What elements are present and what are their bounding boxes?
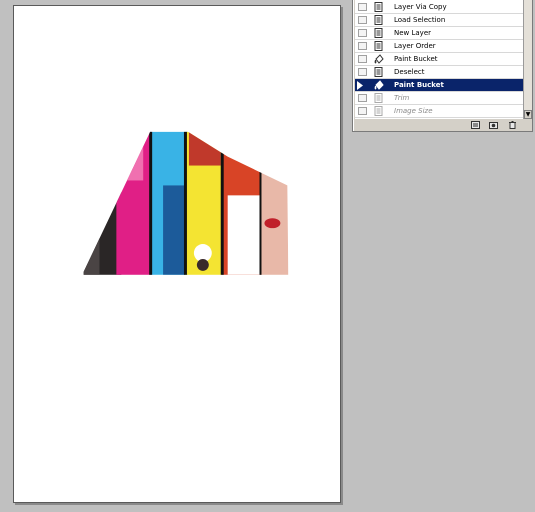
document-history-icon: [374, 93, 383, 103]
history-state-slider-icon[interactable]: [357, 81, 364, 90]
history-item[interactable]: Layer Via Copy: [355, 1, 523, 14]
paint-bucket-icon: [374, 80, 384, 90]
history-panel: Layer Via Copy Load Selection New Layer …: [352, 0, 533, 132]
document-history-icon: [374, 67, 383, 77]
history-item[interactable]: New Layer: [355, 27, 523, 40]
history-item-label: Load Selection: [394, 16, 446, 24]
snapshot-source-checkbox[interactable]: [358, 3, 367, 11]
new-document-from-state-icon[interactable]: [471, 121, 480, 129]
delete-state-icon[interactable]: [508, 121, 517, 129]
history-item[interactable]: Deselect: [355, 66, 523, 79]
collage-artwork: [83, 131, 289, 275]
document-history-icon: [374, 2, 383, 12]
history-scrollbar[interactable]: ▼: [523, 0, 532, 119]
document-history-icon: [374, 41, 383, 51]
history-item-label: Paint Bucket: [394, 55, 438, 63]
history-item[interactable]: Paint Bucket: [355, 53, 523, 66]
history-item-label: New Layer: [394, 29, 432, 37]
document-history-icon: [374, 106, 383, 116]
history-item-selected[interactable]: Paint Bucket: [355, 79, 523, 92]
snapshot-source-checkbox[interactable]: [358, 29, 367, 37]
history-item-label: Deselect: [394, 68, 425, 76]
snapshot-source-checkbox[interactable]: [358, 16, 367, 24]
snapshot-source-checkbox[interactable]: [358, 42, 367, 50]
snapshot-source-checkbox[interactable]: [358, 94, 367, 102]
history-item-label: Layer Order: [394, 42, 436, 50]
history-item-label: Paint Bucket: [394, 81, 444, 89]
scroll-down-button[interactable]: ▼: [524, 110, 532, 119]
document-canvas[interactable]: [13, 5, 341, 503]
history-footer: [353, 119, 532, 131]
history-item[interactable]: Layer Order: [355, 40, 523, 53]
snapshot-source-checkbox[interactable]: [358, 107, 367, 115]
history-item[interactable]: Image Size: [355, 105, 523, 118]
history-item[interactable]: Trim: [355, 92, 523, 105]
snapshot-source-checkbox[interactable]: [358, 68, 367, 76]
new-snapshot-icon[interactable]: [489, 121, 498, 129]
document-history-icon: [374, 28, 383, 38]
history-item-label: Image Size: [394, 107, 433, 115]
paint-bucket-icon: [374, 54, 384, 64]
history-item[interactable]: Load Selection: [355, 14, 523, 27]
history-list: Layer Via Copy Load Selection New Layer …: [355, 0, 523, 119]
history-item-label: Trim: [394, 94, 410, 102]
snapshot-source-checkbox[interactable]: [358, 55, 367, 63]
history-item-label: Layer Via Copy: [394, 3, 447, 11]
document-history-icon: [374, 15, 383, 25]
